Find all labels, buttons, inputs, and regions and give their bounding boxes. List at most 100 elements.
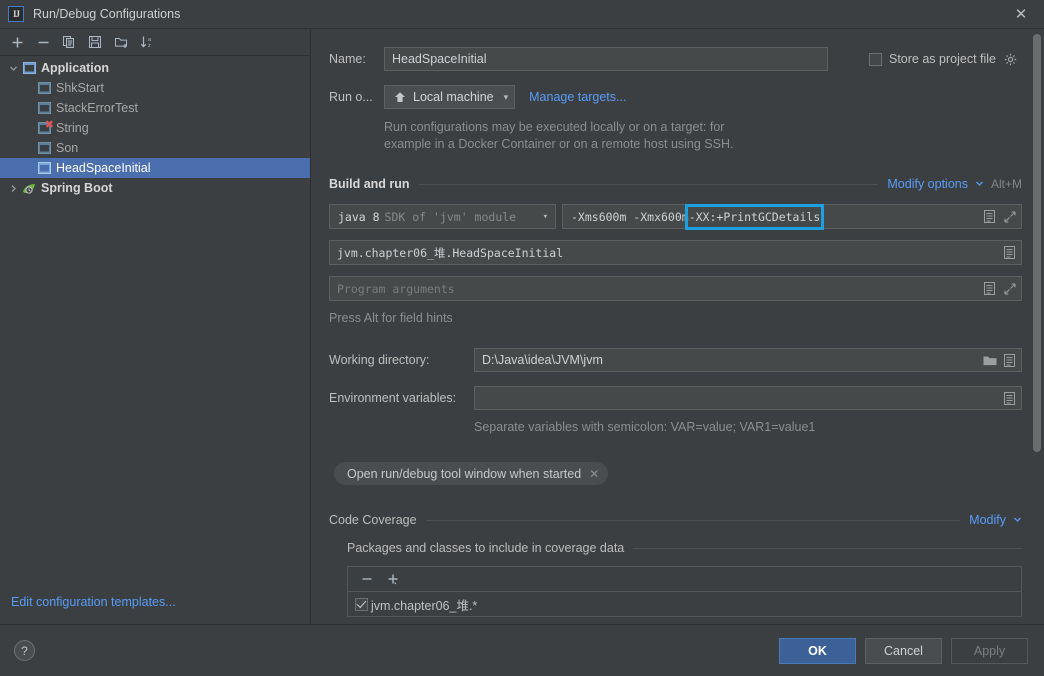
code-coverage-title: Code Coverage — [329, 513, 417, 527]
error-badge-icon: ✖ — [44, 118, 54, 131]
section-divider — [425, 519, 961, 521]
store-as-project-file-label: Store as project file — [889, 52, 996, 66]
name-label: Name: — [329, 52, 366, 66]
sidebar-footer: Edit configuration templates... — [0, 580, 310, 624]
build-and-run-title: Build and run — [329, 177, 410, 191]
application-icon — [36, 82, 52, 94]
add-button[interactable] — [5, 31, 29, 53]
working-directory-input[interactable]: D:\Java\idea\JVM\jvm — [474, 348, 1022, 372]
ok-button[interactable]: OK — [779, 637, 856, 664]
working-directory-value: D:\Java\idea\JVM\jvm — [482, 353, 603, 367]
configuration-editor-scroll: Name: HeadSpaceInitial Store as project … — [311, 29, 1044, 624]
apply-button[interactable]: Apply — [951, 637, 1028, 664]
sdk-and-vm-options-row: java 8 SDK of 'jvm' module ▾ -Xms600m -X… — [329, 204, 1022, 229]
store-as-project-file-checkbox[interactable] — [869, 52, 882, 66]
coverage-packages-panel: jvm.chapter06_堆.* — [347, 566, 1022, 617]
tree-item-label: Son — [56, 141, 79, 155]
name-input[interactable]: HeadSpaceInitial — [384, 47, 828, 71]
main-class-input[interactable]: jvm.chapter06_堆.HeadSpaceInitial — [329, 240, 1022, 265]
folder-add-button[interactable] — [109, 31, 133, 53]
coverage-packages-toolbar — [348, 567, 1021, 592]
tree-item-label: String — [56, 121, 89, 135]
working-directory-field-actions — [978, 352, 1017, 368]
tree-group-label: Application — [41, 61, 110, 75]
remove-button[interactable] — [31, 31, 55, 53]
environment-variables-label: Environment variables: — [329, 391, 457, 405]
jre-sdk-value: java 8 — [338, 209, 380, 224]
cancel-button[interactable]: Cancel — [865, 637, 942, 664]
vm-options-input[interactable]: -Xms600m -Xmx600m -XX:+PrintGCDetails — [562, 204, 1022, 229]
title-bar: IJ Run/Debug Configurations ✕ — [0, 0, 1044, 29]
chevron-down-icon[interactable] — [6, 64, 21, 73]
run-on-label: Run o... — [329, 90, 373, 104]
expand-icon[interactable] — [1002, 209, 1017, 225]
configurations-sidebar: az Application ShkStart StackErrorTest ✖… — [0, 29, 311, 624]
store-as-project-file-group: Store as project file — [869, 51, 1022, 67]
open-tool-window-chip[interactable]: Open run/debug tool window when started … — [334, 462, 609, 485]
gear-icon[interactable] — [1003, 51, 1018, 67]
run-on-hint-line-2: example in a Docker Container or on a re… — [384, 137, 734, 151]
coverage-add-button[interactable] — [384, 570, 402, 588]
dialog-footer: ? OK Cancel Apply — [0, 624, 1044, 676]
manage-targets-link[interactable]: Manage targets... — [529, 90, 626, 104]
tree-item-shkstart[interactable]: ShkStart — [0, 78, 310, 98]
configuration-editor-panel: Name: HeadSpaceInitial Store as project … — [311, 29, 1044, 624]
coverage-list-item[interactable]: jvm.chapter06_堆.* — [348, 592, 1021, 616]
environment-variables-field-actions — [998, 390, 1017, 406]
close-icon[interactable]: ✕ — [589, 467, 599, 481]
document-icon[interactable] — [1002, 245, 1017, 261]
tree-item-son[interactable]: Son — [0, 138, 310, 158]
vm-options-highlighted-segment: -XX:+PrintGCDetails — [688, 209, 821, 224]
folder-icon[interactable] — [982, 352, 997, 368]
chevron-down-icon: ▾ — [542, 211, 548, 222]
code-coverage-section-header: Code Coverage Modify — [329, 513, 1022, 527]
svg-text:z: z — [148, 43, 151, 49]
coverage-packages-header: Packages and classes to include in cover… — [347, 541, 1022, 555]
close-icon[interactable]: ✕ — [998, 0, 1044, 29]
tree-group-label: Spring Boot — [41, 181, 113, 195]
working-directory-row: Working directory: D:\Java\idea\JVM\jvm — [329, 348, 1022, 372]
tree-item-string[interactable]: ✖ String — [0, 118, 310, 138]
tree-item-label: StackErrorTest — [56, 101, 138, 115]
copy-button[interactable] — [57, 31, 81, 53]
tree-item-label: ShkStart — [56, 81, 104, 95]
application-icon — [36, 142, 52, 154]
chevron-down-icon[interactable] — [975, 177, 984, 191]
scrollbar-thumb[interactable] — [1033, 34, 1041, 452]
help-button[interactable]: ? — [14, 640, 35, 661]
environment-variables-input[interactable] — [474, 386, 1022, 410]
main-class-field-actions — [998, 245, 1017, 261]
chevron-down-icon[interactable] — [1013, 513, 1022, 527]
run-on-target-dropdown[interactable]: Local machine ▾ — [384, 85, 516, 109]
jre-sdk-dropdown[interactable]: java 8 SDK of 'jvm' module ▾ — [329, 204, 556, 229]
tree-item-stackerrortest[interactable]: StackErrorTest — [0, 98, 310, 118]
modify-options-link[interactable]: Modify options — [887, 177, 968, 191]
configurations-tree: Application ShkStart StackErrorTest ✖ St… — [0, 56, 310, 580]
run-on-hint-line-1: Run configurations may be executed local… — [384, 120, 725, 134]
program-arguments-placeholder: Program arguments — [337, 281, 455, 296]
sort-az-button[interactable]: az — [135, 31, 159, 53]
run-debug-configurations-dialog: IJ Run/Debug Configurations ✕ a z Applic… — [0, 0, 1044, 676]
coverage-item-checkbox[interactable] — [355, 597, 368, 611]
expand-icon[interactable] — [1002, 281, 1017, 297]
vertical-scrollbar[interactable] — [1033, 34, 1041, 620]
vm-options-prefix: -Xms600m -Xmx600m — [571, 209, 689, 224]
run-on-row: Run o... Local machine ▾ Manage targets.… — [329, 85, 1022, 109]
document-icon[interactable] — [1002, 352, 1017, 368]
edit-configuration-templates-link[interactable]: Edit configuration templates... — [11, 595, 176, 609]
tree-group-application[interactable]: Application — [0, 58, 310, 78]
document-icon[interactable] — [982, 281, 997, 297]
document-icon[interactable] — [982, 209, 997, 225]
tree-item-headspaceinitial[interactable]: HeadSpaceInitial — [0, 158, 310, 178]
program-arguments-input[interactable]: Program arguments — [329, 276, 1022, 301]
program-arguments-field-actions — [978, 281, 1017, 297]
machine-icon — [392, 89, 407, 105]
chevron-right-icon[interactable] — [6, 184, 21, 193]
code-coverage-modify-link[interactable]: Modify — [969, 513, 1006, 527]
document-icon[interactable] — [1002, 390, 1017, 406]
main-class-value: jvm.chapter06_堆.HeadSpaceInitial — [337, 245, 564, 260]
run-on-target-value: Local machine — [413, 90, 494, 104]
tree-group-spring-boot[interactable]: Spring Boot — [0, 178, 310, 198]
coverage-remove-button[interactable] — [358, 570, 376, 588]
save-button[interactable] — [83, 31, 107, 53]
